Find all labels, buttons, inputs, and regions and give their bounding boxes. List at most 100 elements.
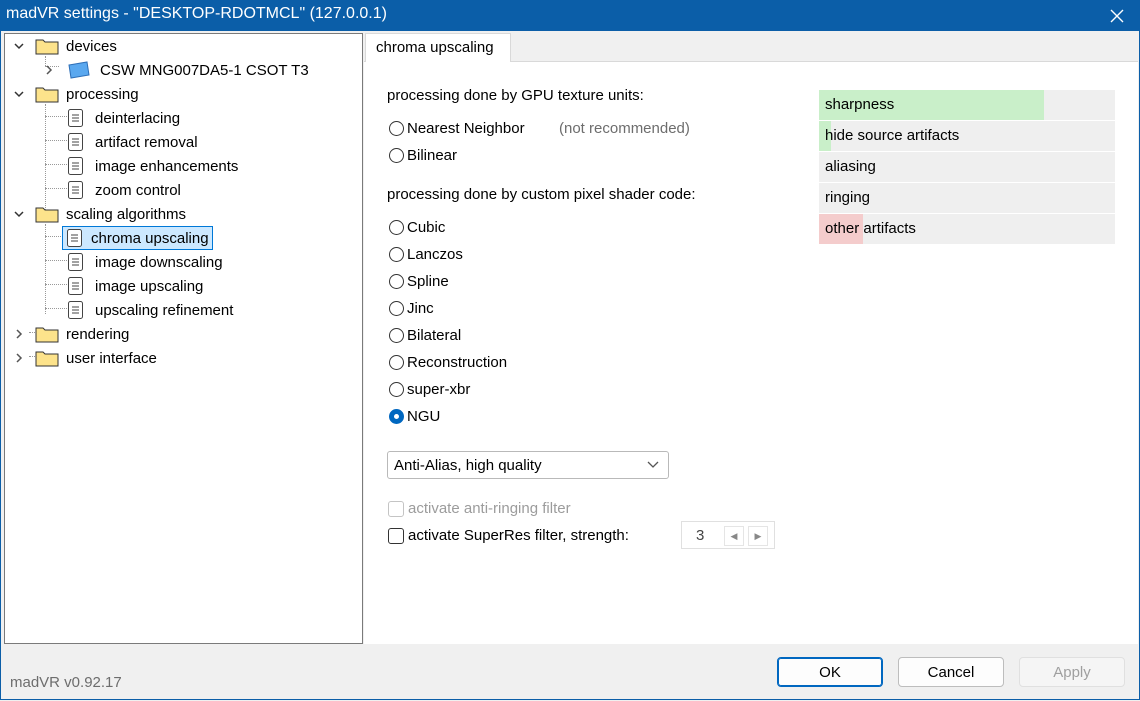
version-label: madVR v0.92.17 (10, 674, 122, 691)
close-icon (1110, 9, 1124, 22)
tree-item-scaling-algorithms[interactable]: scaling algorithms (35, 203, 189, 225)
radio-spline[interactable]: Spline (389, 273, 449, 290)
settings-tree[interactable]: devices CSW MNG007DA5-1 CSOT T3 processi… (4, 33, 363, 644)
radio-circle (389, 121, 404, 136)
radio-label: super-xbr (407, 381, 471, 398)
tree-label: deinterlacing (95, 109, 181, 127)
tree-item-processing[interactable]: processing (35, 83, 142, 105)
radio-nearest-neighbor[interactable]: Nearest Neighbor (389, 120, 525, 137)
tree-item-upscaling-refinement[interactable]: upscaling refinement (67, 299, 236, 321)
radio-circle (389, 301, 404, 316)
tree-label: rendering (66, 325, 130, 343)
radio-super-xbr[interactable]: super-xbr (389, 381, 470, 398)
document-icon (67, 229, 82, 247)
checkbox-box (388, 500, 404, 517)
tree-item-image-downscaling[interactable]: image downscaling (67, 251, 226, 273)
radio-label: Bilinear (407, 147, 458, 164)
bar-aliasing: aliasing (819, 152, 1115, 182)
folder-icon (35, 87, 59, 103)
monitor-icon (68, 61, 90, 79)
tree-label: processing (66, 85, 139, 103)
tree-item-deinterlacing[interactable]: deinterlacing (67, 107, 183, 129)
radio-label: Bilateral (407, 327, 462, 344)
radio-circle (389, 148, 404, 163)
close-button[interactable] (1094, 0, 1140, 31)
tree-item-rendering[interactable]: rendering (35, 323, 132, 345)
radio-circle (389, 355, 404, 370)
tree-label: image upscaling (95, 277, 204, 295)
tree-item-user-interface[interactable]: user interface (35, 347, 160, 369)
document-icon (68, 157, 83, 175)
anti-ringing-checkbox[interactable]: activate anti-ringing filter (388, 500, 571, 517)
tree-item-zoom-control[interactable]: zoom control (67, 179, 184, 201)
radio-circle (389, 274, 404, 289)
expand-rendering-toggle[interactable] (13, 328, 25, 340)
bar-sharpness: sharpness (819, 90, 1115, 120)
expand-device-toggle[interactable] (43, 64, 55, 76)
select-value: Anti-Alias, high quality (394, 457, 542, 474)
not-recommended-note: (not recommended) (559, 120, 690, 137)
radio-label: Cubic (407, 219, 446, 236)
radio-circle-selected (389, 409, 404, 424)
tree-item-image-upscaling[interactable]: image upscaling (67, 275, 206, 297)
radio-jinc[interactable]: Jinc (389, 300, 434, 317)
superres-strength-spinner[interactable]: 3 ◀ ▶ (681, 521, 775, 549)
radio-ngu[interactable]: NGU (389, 408, 440, 425)
chevron-down-icon (14, 91, 24, 98)
expand-devices-toggle[interactable] (13, 40, 25, 52)
bar-label: hide source artifacts (825, 127, 960, 144)
chevron-down-icon (647, 461, 659, 468)
tree-label: user interface (66, 349, 157, 367)
chevron-right-icon (16, 329, 23, 339)
radio-lanczos[interactable]: Lanczos (389, 246, 463, 263)
document-icon (68, 277, 83, 295)
radio-cubic[interactable]: Cubic (389, 219, 445, 236)
bar-label: aliasing (825, 158, 876, 175)
bar-ringing: ringing (819, 183, 1115, 213)
ngu-quality-select[interactable]: Anti-Alias, high quality (387, 451, 669, 479)
spinner-right-icon[interactable]: ▶ (748, 526, 768, 546)
radio-label: Spline (407, 273, 449, 290)
apply-button[interactable]: Apply (1019, 657, 1125, 687)
expand-processing-toggle[interactable] (13, 88, 25, 100)
radio-circle (389, 382, 404, 397)
ok-button[interactable]: OK (777, 657, 883, 687)
tab-chroma-upscaling[interactable]: chroma upscaling (365, 33, 511, 62)
quality-bars: sharpness hide source artifacts aliasing… (819, 90, 1115, 245)
cancel-button[interactable]: Cancel (898, 657, 1004, 687)
tree-label: CSW MNG007DA5-1 CSOT T3 (100, 61, 309, 79)
bar-other-artifacts: other artifacts (819, 214, 1115, 244)
bar-label: other artifacts (825, 220, 916, 237)
folder-icon (35, 327, 59, 343)
chevron-down-icon (14, 211, 24, 218)
chevron-right-icon (16, 353, 23, 363)
tree-item-chroma-upscaling[interactable]: chroma upscaling (62, 226, 213, 250)
folder-icon (35, 39, 59, 55)
gpu-section-heading: processing done by GPU texture units: (387, 87, 644, 104)
tree-label: image downscaling (95, 253, 223, 271)
superres-checkbox[interactable]: activate SuperRes filter, strength: (388, 527, 629, 544)
tree-label: chroma upscaling (91, 229, 209, 247)
document-icon (68, 133, 83, 151)
expand-user-interface-toggle[interactable] (13, 352, 25, 364)
radio-label: Lanczos (407, 246, 463, 263)
spinner-left-icon[interactable]: ◀ (724, 526, 744, 546)
tree-item-artifact-removal[interactable]: artifact removal (67, 131, 201, 153)
tree-label: image enhancements (95, 157, 239, 175)
tree-label: devices (66, 37, 117, 55)
radio-reconstruction[interactable]: Reconstruction (389, 354, 507, 371)
tree-item-devices[interactable]: devices (35, 35, 120, 57)
tree-item-device[interactable]: CSW MNG007DA5-1 CSOT T3 (67, 59, 312, 81)
shader-section-heading: processing done by custom pixel shader c… (387, 186, 696, 203)
checkbox-label: activate anti-ringing filter (408, 500, 571, 517)
radio-label: NGU (407, 408, 441, 425)
expand-scaling-toggle[interactable] (13, 208, 25, 220)
radio-label: Jinc (407, 300, 434, 317)
radio-label: Nearest Neighbor (407, 120, 525, 137)
tree-item-image-enhancements[interactable]: image enhancements (67, 155, 241, 177)
radio-bilinear[interactable]: Bilinear (389, 147, 457, 164)
radio-circle (389, 220, 404, 235)
document-icon (68, 253, 83, 271)
radio-bilateral[interactable]: Bilateral (389, 327, 461, 344)
title-bar: madVR settings - "DESKTOP-RDOTMCL" (127.… (0, 0, 1140, 31)
